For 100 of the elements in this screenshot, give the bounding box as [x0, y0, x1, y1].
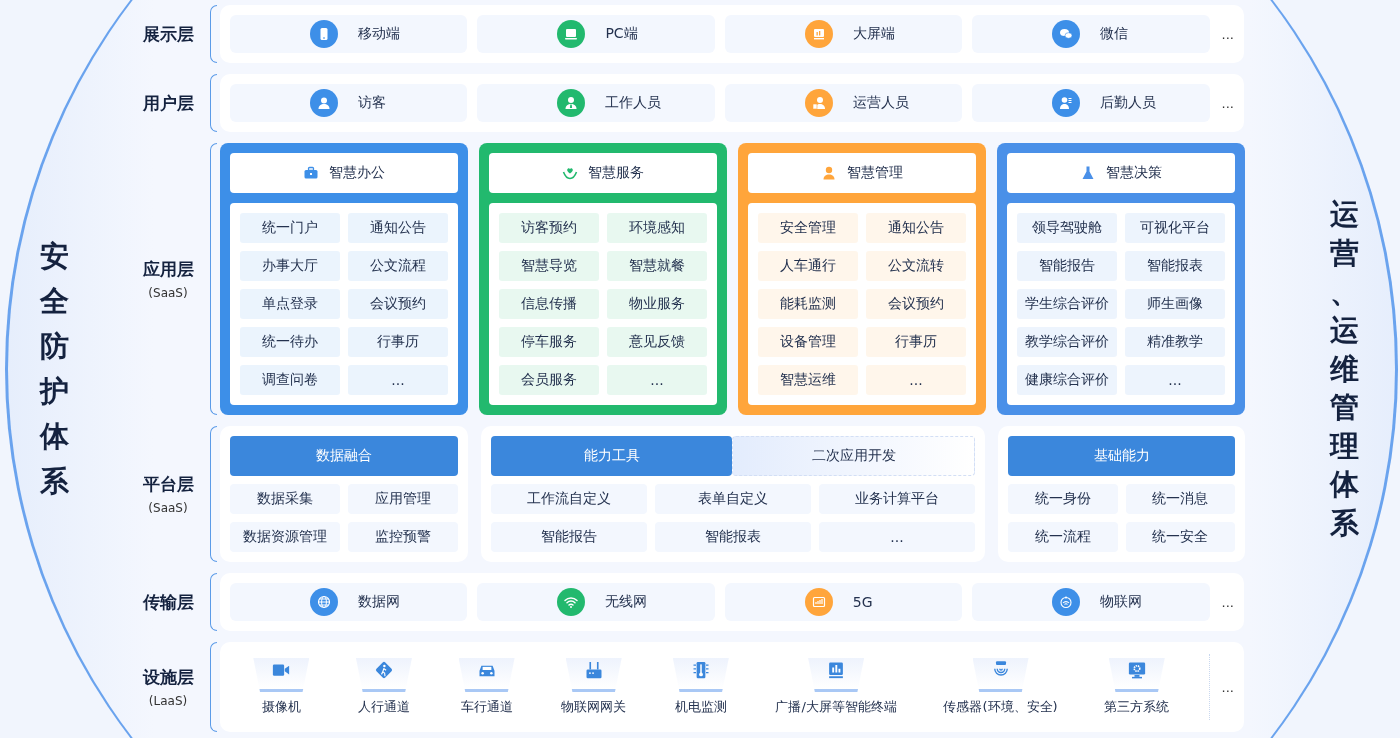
app-chip: 健康综合评价: [1017, 365, 1117, 395]
card-title: 智慧决策: [1106, 164, 1162, 182]
platform-chip: 统一流程: [1008, 522, 1118, 552]
platform-chip: 工作流自定义: [491, 484, 647, 514]
tile-label: 访客: [358, 94, 386, 112]
app-chip: 停车服务: [499, 327, 599, 357]
platform-chip: 表单自定义: [655, 484, 811, 514]
app-chip: 通知公告: [348, 213, 448, 243]
app-chip: 智慧就餐: [607, 251, 707, 281]
tile-label: PC端: [605, 25, 638, 43]
app-chip: 学生综合评价: [1017, 289, 1117, 319]
layer-label: 用户层: [142, 91, 194, 115]
app-chip: 智慧导览: [499, 251, 599, 281]
app-chip: 会议预约: [348, 289, 448, 319]
app-chip: 意见反馈: [607, 327, 707, 357]
tile-label: 微信: [1100, 25, 1129, 43]
manager-icon: [821, 165, 837, 181]
app-chip: 行事历: [866, 327, 966, 357]
card-title: 智慧服务: [588, 164, 644, 182]
layer-label: 平台层: [142, 473, 194, 496]
app-chip: 能耗监测: [758, 289, 858, 319]
app-chip: 公文流程: [348, 251, 448, 281]
group-header: 基础能力: [1008, 436, 1235, 476]
app-chip: 访客预约: [499, 213, 599, 243]
platform-chip: 数据资源管理: [230, 522, 340, 552]
app-chip: 信息传播: [499, 289, 599, 319]
briefcase-icon: [303, 165, 319, 181]
app-chip: 智能报表: [1125, 251, 1225, 281]
card-title: 智慧管理: [847, 164, 903, 182]
app-chip: 智能报告: [1017, 251, 1117, 281]
facility-label: 传感器(环境、安全): [943, 698, 1058, 716]
app-chip: 人车通行: [758, 251, 858, 281]
card-title: 智慧办公: [329, 164, 385, 182]
app-chip: 领导驾驶舱: [1017, 213, 1117, 243]
more-ellipsis: ...: [1220, 95, 1234, 111]
app-chip: ...: [348, 365, 448, 395]
facility-label: 广播/大屏等智能终端: [775, 698, 897, 716]
tile-label: 后勤人员: [1100, 94, 1157, 112]
facility-label: 摄像机: [261, 698, 301, 716]
app-chip: 环境感知: [607, 213, 707, 243]
app-chip: 调查问卷: [240, 365, 340, 395]
layer-sublabel: (LaaS): [148, 694, 188, 708]
platform-chip: 监控预警: [348, 522, 458, 552]
facility-label: 人行通道: [357, 698, 410, 716]
app-chip: 会员服务: [499, 365, 599, 395]
more-ellipsis: ...: [1220, 679, 1234, 695]
layer-label: 应用层: [142, 258, 194, 281]
tile-label: 物联网: [1100, 593, 1143, 611]
hand-heart-icon: [562, 165, 578, 181]
tile-label: 大屏端: [852, 25, 895, 43]
side-title: 运营、运维管理体系: [1330, 196, 1359, 542]
facility-label: 机电监测: [674, 698, 727, 716]
layer-sublabel: (SaaS): [148, 501, 188, 515]
app-chip: 统一门户: [240, 213, 340, 243]
app-chip: 办事大厅: [240, 251, 340, 281]
app-chip: 单点登录: [240, 289, 340, 319]
app-chip: ...: [1125, 365, 1225, 395]
tab[interactable]: 能力工具: [491, 436, 732, 476]
platform-chip: 应用管理: [348, 484, 458, 514]
facility-label: 车行通道: [460, 698, 513, 716]
layer-sublabel: (SaaS): [148, 286, 188, 300]
layer-label: 传输层: [142, 590, 194, 614]
platform-chip: 数据采集: [230, 484, 340, 514]
platform-chip: 统一身份: [1008, 484, 1118, 514]
tile-label: 工作人员: [605, 94, 662, 112]
facility-label: 第三方系统: [1104, 698, 1170, 716]
app-chip: 通知公告: [866, 213, 966, 243]
more-ellipsis: ...: [1220, 26, 1234, 42]
app-chip: 可视化平台: [1125, 213, 1225, 243]
flask-icon: [1080, 165, 1096, 181]
app-chip: 公文流转: [866, 251, 966, 281]
app-chip: 教学综合评价: [1017, 327, 1117, 357]
app-chip: ...: [866, 365, 966, 395]
group-header: 数据融合: [230, 436, 458, 476]
monitor-gear-icon: [1126, 660, 1147, 680]
layer-label: 展示层: [142, 22, 194, 46]
app-chip: ...: [607, 365, 707, 395]
app-chip: 设备管理: [758, 327, 858, 357]
platform-chip: ...: [819, 522, 975, 552]
tile-label: 数据网: [358, 593, 400, 611]
more-ellipsis: ...: [1220, 594, 1234, 610]
platform-chip: 智能报告: [491, 522, 647, 552]
app-chip: 精准教学: [1125, 327, 1225, 357]
app-chip: 统一待办: [240, 327, 340, 357]
platform-chip: 统一消息: [1125, 484, 1235, 514]
tile-label: 5G: [852, 594, 873, 610]
facility-label: 物联网网关: [561, 698, 627, 716]
app-chip: 行事历: [348, 327, 448, 357]
app-chip: 安全管理: [758, 213, 858, 243]
platform-chip: 业务计算平台: [819, 484, 975, 514]
tile-label: 无线网: [605, 593, 648, 611]
side-title: 安全防护体系: [40, 238, 69, 500]
layer-label: 设施层: [142, 666, 194, 689]
tile-label: 运营人员: [852, 94, 909, 112]
tile-label: 移动端: [358, 25, 400, 43]
platform-chip: 智能报表: [655, 522, 811, 552]
app-chip: 物业服务: [607, 289, 707, 319]
tab[interactable]: 二次应用开发: [732, 436, 975, 476]
platform-chip: 统一安全: [1125, 522, 1235, 552]
app-chip: 师生画像: [1125, 289, 1225, 319]
